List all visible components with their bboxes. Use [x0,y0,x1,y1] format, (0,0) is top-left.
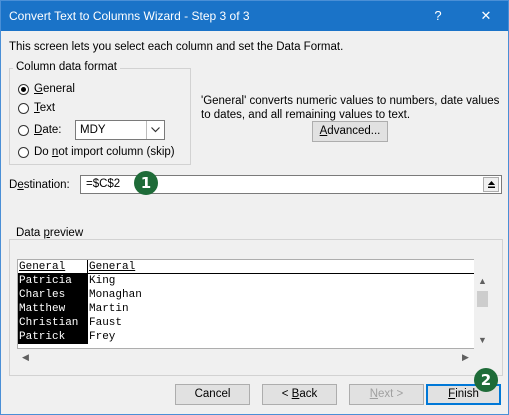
chevron-down-icon[interactable] [146,121,164,139]
help-button[interactable]: ? [423,3,453,29]
radio-date-indicator[interactable] [18,124,29,136]
radio-text[interactable]: Text [18,100,55,116]
preview-horizontal-scrollbar[interactable]: ◀ ▶ [17,349,474,366]
radio-skip[interactable]: Do not import column (skip) [18,144,175,160]
format-description: 'General' converts numeric values to num… [201,95,500,121]
step-badge-1: 1 [134,171,158,195]
preview-cell: Faust [89,317,123,329]
preview-column-header: General [88,260,490,274]
step-badge-2: 2 [474,368,498,392]
radio-text-label: Text [34,102,56,114]
date-format-select[interactable]: MDY [75,120,165,140]
scroll-up-arrow-icon[interactable]: ▲ [474,273,491,290]
preview-cell: Patrick [18,330,88,344]
preview-cell: Frey [89,331,116,343]
scroll-right-arrow-icon[interactable]: ▶ [457,349,474,366]
scroll-down-arrow-icon[interactable]: ▼ [474,332,491,349]
radio-skip-indicator[interactable] [18,146,29,158]
advanced-button[interactable]: Advanced... [312,121,388,142]
title-bar: Convert Text to Columns Wizard - Step 3 … [1,1,508,31]
preview-cell: Charles [18,288,88,302]
cancel-button[interactable]: Cancel [175,384,250,405]
preview-cell: King [89,275,116,287]
radio-date-label: Date: [34,124,62,136]
preview-cell: Monaghan [89,289,142,301]
back-button[interactable]: < Back [262,384,337,405]
intro-text: This screen lets you select each column … [9,41,344,53]
preview-cell: Patricia [18,274,88,288]
date-format-value: MDY [80,124,106,136]
scroll-left-arrow-icon[interactable]: ◀ [17,349,34,366]
close-button[interactable]: ✕ [471,3,501,29]
preview-column-2[interactable]: General King Monaghan Martin Faust Frey [88,260,490,344]
radio-skip-label: Do not import column (skip) [34,146,175,158]
data-preview-grid[interactable]: General Patricia Charles Matthew Christi… [17,259,491,349]
column-format-legend: Column data format [13,61,120,73]
preview-column-header: General [18,260,88,274]
data-preview-legend: Data preview [13,227,87,239]
preview-cell: Christian [18,316,88,330]
preview-cell: Matthew [18,302,88,316]
preview-column-1[interactable]: General Patricia Charles Matthew Christi… [18,260,88,344]
vertical-scroll-thumb[interactable] [477,291,488,307]
wizard-dialog: Convert Text to Columns Wizard - Step 3 … [0,0,509,415]
radio-text-indicator[interactable] [18,102,29,114]
radio-date[interactable]: Date: [18,122,62,138]
radio-general[interactable]: General [18,81,75,97]
preview-vertical-scrollbar[interactable]: ▲ ▼ [474,259,491,349]
destination-label: Destination: [9,179,70,191]
radio-general-label: General [34,83,75,95]
preview-cell: Martin [89,303,129,315]
collapse-dialog-icon[interactable] [483,177,499,192]
next-button[interactable]: Next > [349,384,424,405]
window-title: Convert Text to Columns Wizard - Step 3 … [9,9,250,23]
destination-value: =$C$2 [86,178,121,190]
radio-general-indicator[interactable] [18,83,29,95]
